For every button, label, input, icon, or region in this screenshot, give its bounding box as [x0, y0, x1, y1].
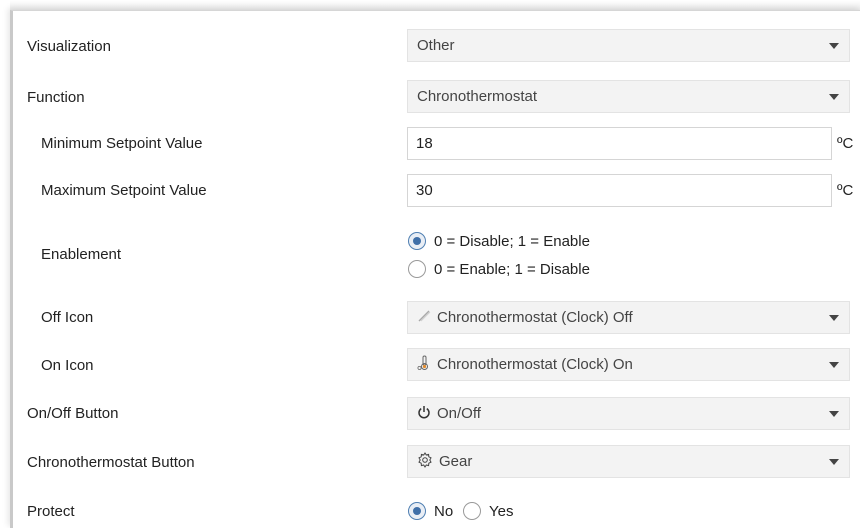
top-shadow — [10, 0, 860, 10]
power-icon — [417, 405, 431, 423]
on-icon-label: On Icon — [41, 357, 94, 374]
on-icon-value: Chronothermostat (Clock) On — [437, 356, 633, 373]
chrono-button-label: Chronothermostat Button — [27, 454, 195, 471]
chevron-down-icon — [829, 93, 839, 100]
function-dropdown[interactable]: Chronothermostat — [407, 80, 850, 113]
protect-radio-no[interactable] — [408, 502, 426, 520]
chevron-down-icon — [829, 361, 839, 368]
clock-off-icon — [417, 309, 431, 327]
protect-yes-label: Yes — [489, 503, 514, 520]
enablement-option-2-label: 0 = Enable; 1 = Disable — [434, 261, 590, 278]
visualization-dropdown[interactable]: Other — [407, 29, 850, 62]
off-icon-label: Off Icon — [41, 309, 94, 326]
chevron-down-icon — [829, 42, 839, 49]
min-setpoint-input[interactable]: 18 — [407, 127, 832, 160]
min-setpoint-label: Minimum Setpoint Value — [41, 135, 203, 152]
onoff-button-label: On/Off Button — [27, 405, 119, 422]
max-setpoint-input[interactable]: 30 — [407, 174, 832, 207]
enablement-option-1-label: 0 = Disable; 1 = Enable — [434, 233, 590, 250]
function-label: Function — [27, 89, 85, 106]
off-icon-dropdown[interactable]: Chronothermostat (Clock) Off — [407, 301, 850, 334]
visualization-label: Visualization — [27, 38, 111, 55]
chevron-down-icon — [829, 458, 839, 465]
onoff-button-dropdown[interactable]: On/Off — [407, 397, 850, 430]
chrono-button-dropdown[interactable]: Gear — [407, 445, 850, 478]
protect-no-label: No — [434, 503, 454, 520]
enablement-label: Enablement — [41, 246, 122, 263]
chevron-down-icon — [829, 314, 839, 321]
function-value: Chronothermostat — [417, 88, 538, 105]
visualization-value: Other — [417, 37, 455, 54]
chevron-down-icon — [829, 410, 839, 417]
protect-radio-yes[interactable] — [463, 502, 481, 520]
min-setpoint-unit: ºC — [837, 135, 854, 152]
clock-on-icon — [417, 355, 431, 375]
parameter-panel: Visualization Other Function Chronotherm… — [10, 10, 860, 528]
max-setpoint-unit: ºC — [837, 182, 854, 199]
enablement-radio-option-2[interactable] — [408, 260, 426, 278]
off-icon-value: Chronothermostat (Clock) Off — [437, 309, 633, 326]
chrono-button-value: Gear — [439, 453, 473, 470]
enablement-radio-option-1[interactable] — [408, 232, 426, 250]
gear-icon — [417, 451, 433, 472]
onoff-button-value: On/Off — [437, 405, 481, 422]
on-icon-dropdown[interactable]: Chronothermostat (Clock) On — [407, 348, 850, 381]
max-setpoint-label: Maximum Setpoint Value — [41, 182, 207, 199]
protect-label: Protect — [27, 503, 75, 520]
